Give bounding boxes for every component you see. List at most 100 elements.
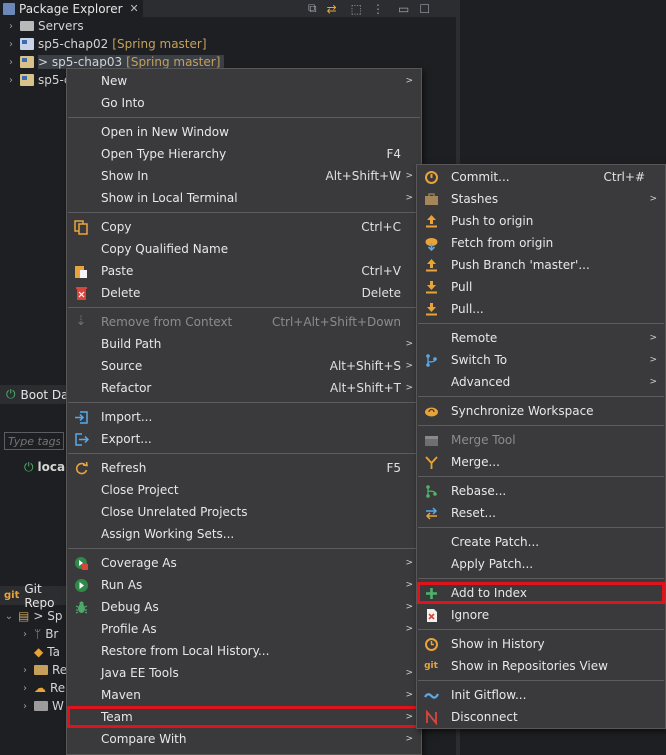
menu-item-debug-as[interactable]: Debug As > — [67, 596, 421, 618]
menu-item-remove-from-context[interactable]: ⇣ Remove from Context Ctrl+Alt+Shift+Down — [67, 311, 421, 333]
menu-item-pull[interactable]: Pull — [417, 276, 665, 298]
menu-item-close-unrelated-projects[interactable]: Close Unrelated Projects — [67, 501, 421, 523]
menu-item-maven[interactable]: Maven > — [67, 684, 421, 706]
submenu-arrow-icon: > — [405, 383, 413, 393]
cloud-icon: ☁ — [34, 681, 46, 695]
repo-row[interactable]: ◆ Ta — [4, 643, 67, 661]
tree-item-label: sp5-chap02 — [38, 37, 109, 51]
menu-item-add-to-index[interactable]: Add to Index — [417, 582, 665, 604]
close-icon[interactable]: ✕ — [130, 2, 139, 15]
menu-item-show-in[interactable]: Show In Alt+Shift+W > — [67, 165, 421, 187]
menu-item-create-patch[interactable]: Create Patch... — [417, 531, 665, 553]
menu-item-copy[interactable]: Copy Ctrl+C — [67, 216, 421, 238]
menu-item-show-in-repositories-view[interactable]: git Show in Repositories View — [417, 655, 665, 677]
menu-item-export[interactable]: Export... — [67, 428, 421, 450]
tree-item-label: Ta — [47, 645, 60, 659]
chevron-down-icon[interactable]: ⌄ — [4, 611, 14, 622]
menu-item-open-type-hierarchy[interactable]: Open Type Hierarchy F4 — [67, 143, 421, 165]
menu-item-fetch-from-origin[interactable]: Fetch from origin — [417, 232, 665, 254]
chevron-right-icon[interactable]: › — [6, 57, 16, 68]
menu-item-refactor[interactable]: Refactor Alt+Shift+T > — [67, 377, 421, 399]
chevron-right-icon[interactable]: › — [6, 75, 16, 86]
menu-item-init-gitflow[interactable]: Init Gitflow... — [417, 684, 665, 706]
menu-item-pull-dialog[interactable]: Pull... — [417, 298, 665, 320]
add-to-index-icon — [423, 585, 439, 601]
menu-item-merge-tool[interactable]: Merge Tool — [417, 429, 665, 451]
submenu-arrow-icon: > — [405, 668, 413, 678]
commit-icon — [423, 169, 439, 185]
maximize-icon[interactable]: ☐ — [419, 2, 430, 16]
chevron-right-icon[interactable]: › — [6, 39, 16, 50]
menu-item-merge[interactable]: Merge... — [417, 451, 665, 473]
menu-item-apply-patch[interactable]: Apply Patch... — [417, 553, 665, 575]
menu-item-go-into[interactable]: Go Into — [67, 92, 421, 114]
menu-item-delete[interactable]: Delete Delete — [67, 282, 421, 304]
menu-item-reset[interactable]: Reset... — [417, 502, 665, 524]
git-repositories-tab[interactable]: git Git Repo — [0, 582, 70, 610]
view-menu-icon[interactable]: ⋮ — [372, 2, 384, 16]
tag-filter-input[interactable] — [4, 432, 64, 450]
chevron-right-icon[interactable]: › — [6, 21, 16, 32]
menu-item-switch-to[interactable]: Switch To > — [417, 349, 665, 371]
ignore-icon — [423, 607, 439, 623]
view-toolbar: ⧉ ⇄ ⬚ ⋮ ▭ ☐ — [308, 0, 430, 17]
menu-item-coverage-as[interactable]: Coverage As > — [67, 552, 421, 574]
menu-item-disconnect[interactable]: Disconnect — [417, 706, 665, 728]
menu-item-push-branch[interactable]: Push Branch 'master'... — [417, 254, 665, 276]
menu-item-copy-qualified-name[interactable]: Copy Qualified Name — [67, 238, 421, 260]
menu-item-advanced[interactable]: Advanced > — [417, 371, 665, 393]
menu-item-assign-working-sets[interactable]: Assign Working Sets... — [67, 523, 421, 545]
menu-item-new[interactable]: New > — [67, 70, 421, 92]
local-instance-row[interactable]: ⏻ loca — [24, 458, 65, 476]
menu-item-open-in-new-window[interactable]: Open in New Window — [67, 121, 421, 143]
menu-item-team[interactable]: Team > — [67, 706, 421, 728]
menu-item-restore-from-local-history[interactable]: Restore from Local History... — [67, 640, 421, 662]
menu-item-import[interactable]: Import... — [67, 406, 421, 428]
menu-item-push-to-origin[interactable]: Push to origin — [417, 210, 665, 232]
chevron-right-icon[interactable]: › — [20, 629, 30, 640]
java-project-icon — [20, 38, 34, 50]
collapse-all-icon[interactable]: ⧉ — [308, 1, 317, 16]
link-with-editor-icon[interactable]: ⇄ — [327, 2, 337, 16]
repo-row[interactable]: › ᛘ Br — [4, 625, 67, 643]
package-explorer-tab[interactable]: Package Explorer ✕ — [0, 0, 143, 17]
menu-item-compare-with[interactable]: Compare With > — [67, 728, 421, 750]
menu-item-paste[interactable]: Paste Ctrl+V — [67, 260, 421, 282]
minimize-icon[interactable]: ▭ — [398, 2, 409, 16]
chevron-right-icon[interactable]: › — [20, 683, 30, 694]
boot-dashboard-tab[interactable]: ⏻ Boot Da — [0, 385, 70, 404]
menu-item-run-as[interactable]: Run As > — [67, 574, 421, 596]
stash-icon — [423, 191, 439, 207]
repo-row[interactable]: › Re — [4, 661, 67, 679]
menu-item-profile-as[interactable]: Profile As > — [67, 618, 421, 640]
switch-branch-icon — [423, 352, 439, 368]
tree-item-servers[interactable]: › Servers — [0, 17, 456, 35]
menu-item-synchronize-workspace[interactable]: Synchronize Workspace — [417, 400, 665, 422]
menu-item-refresh[interactable]: Refresh F5 — [67, 457, 421, 479]
menu-item-show-in-local-terminal[interactable]: Show in Local Terminal > — [67, 187, 421, 209]
menu-item-stashes[interactable]: Stashes > — [417, 188, 665, 210]
menu-item-remote[interactable]: Remote > — [417, 327, 665, 349]
repo-row[interactable]: › ☁ Re — [4, 679, 67, 697]
menu-item-java-ee-tools[interactable]: Java EE Tools > — [67, 662, 421, 684]
menu-item-show-in-history[interactable]: Show in History — [417, 633, 665, 655]
menu-item-rebase[interactable]: Rebase... — [417, 480, 665, 502]
menu-item-source[interactable]: Source Alt+Shift+S > — [67, 355, 421, 377]
repo-row[interactable]: ⌄ ▤ > Sp — [4, 607, 67, 625]
menu-separator — [417, 626, 665, 633]
power-icon: ⏻ — [6, 387, 16, 401]
menu-item-build-path[interactable]: Build Path > — [67, 333, 421, 355]
chevron-right-icon[interactable]: › — [20, 665, 30, 676]
folder-icon — [34, 665, 48, 675]
repo-row[interactable]: › W — [4, 697, 67, 715]
menu-item-ignore[interactable]: Ignore — [417, 604, 665, 626]
menu-item-commit[interactable]: Commit... Ctrl+# — [417, 166, 665, 188]
chevron-right-icon[interactable]: › — [20, 701, 30, 712]
tree-item-sp5-chap02[interactable]: › sp5-chap02 [Spring master] — [0, 35, 456, 53]
submenu-arrow-icon: > — [405, 361, 413, 371]
submenu-arrow-icon: > — [405, 734, 413, 744]
submenu-arrow-icon: > — [649, 355, 657, 365]
reset-icon — [423, 505, 439, 521]
menu-item-close-project[interactable]: Close Project — [67, 479, 421, 501]
focus-icon[interactable]: ⬚ — [351, 2, 362, 16]
